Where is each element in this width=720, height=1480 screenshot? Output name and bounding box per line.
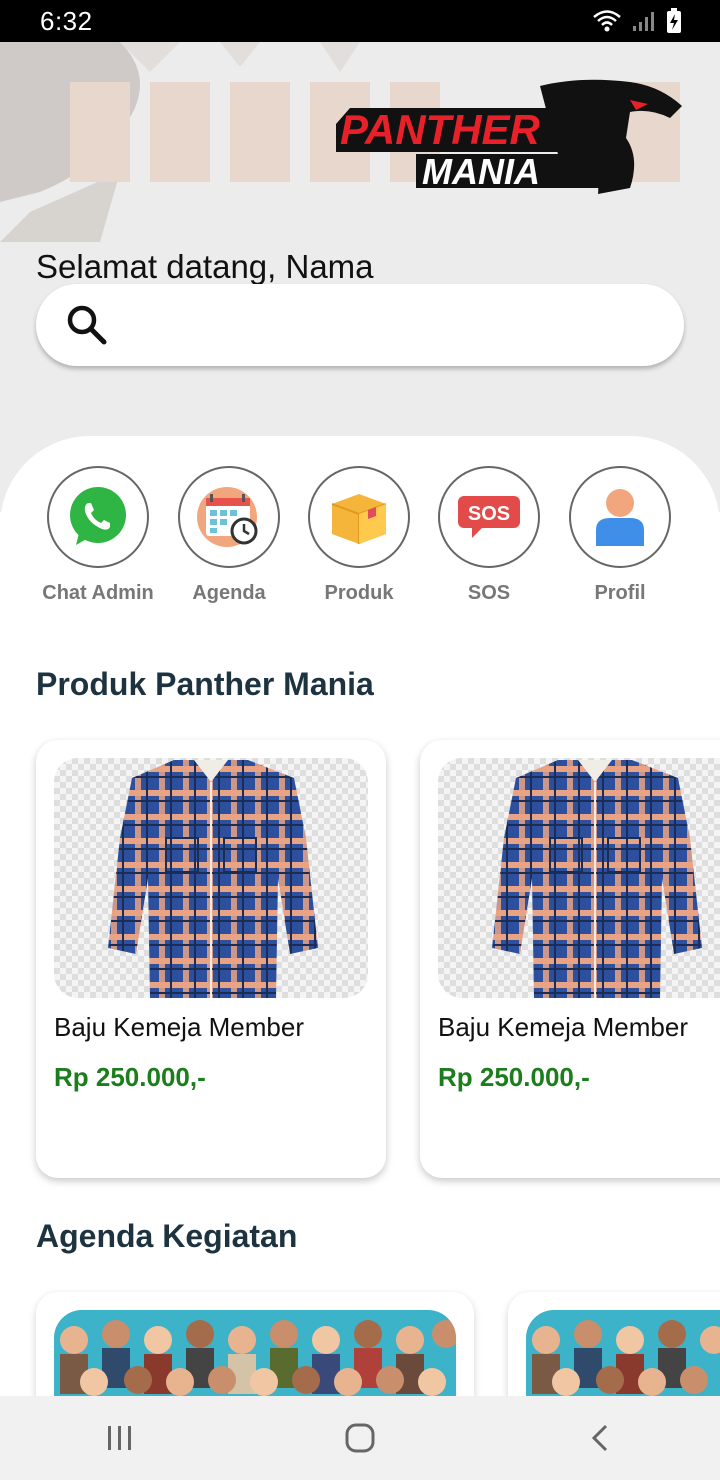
shirt-image — [108, 760, 318, 998]
menu-label: Produk — [324, 582, 394, 604]
calendar-icon — [197, 487, 258, 547]
user-icon — [596, 489, 644, 546]
battery-icon — [667, 8, 681, 33]
panther-mania-logo: PANTHER MANIA — [336, 79, 682, 194]
status-time: 6:32 — [40, 5, 93, 36]
status-icons — [592, 8, 682, 34]
agenda-image[interactable] — [526, 1310, 720, 1396]
back-button[interactable] — [570, 1408, 630, 1468]
menu-produk[interactable]: Produk — [294, 466, 424, 605]
products-section-title: Produk Panther Mania — [36, 666, 374, 702]
product-card[interactable]: Baju Kemeja Member Rp 250.000,- — [36, 740, 386, 1178]
menu-circle[interactable] — [569, 466, 671, 568]
menu-profil[interactable]: Profil — [555, 466, 685, 605]
agenda-card[interactable] — [508, 1292, 720, 1396]
menu-label: SOS — [467, 582, 511, 604]
agenda-card[interactable] — [36, 1292, 474, 1396]
menu-label: Chat Admin — [42, 582, 154, 604]
menu-agenda[interactable]: Agenda — [164, 466, 294, 605]
box-icon — [331, 494, 387, 544]
agenda-image[interactable] — [54, 1310, 456, 1396]
wifi-icon — [593, 10, 621, 32]
svg-text:SOS: SOS — [468, 503, 510, 525]
search-icon[interactable] — [66, 304, 108, 346]
crowd-image — [532, 1320, 720, 1396]
search-bar[interactable] — [36, 284, 684, 366]
content-sheet: Chat Admin Agenda Produk SOS SOS Profil … — [0, 436, 720, 1396]
product-card[interactable]: Baju Kemeja Member Rp 250.000,- — [420, 740, 720, 1178]
recent-apps-button[interactable] — [90, 1408, 150, 1468]
product-price: Rp 250.000,- — [438, 1062, 590, 1092]
menu-circle[interactable]: SOS — [438, 466, 540, 568]
menu-label: Profil — [594, 582, 646, 604]
menu-sos[interactable]: SOS SOS — [424, 466, 554, 605]
product-price: Rp 250.000,- — [54, 1062, 206, 1092]
menu-circle[interactable] — [178, 466, 280, 568]
menu-chat-admin[interactable]: Chat Admin — [33, 466, 163, 605]
menu-circle[interactable] — [47, 466, 149, 568]
svg-text:MANIA: MANIA — [422, 151, 540, 192]
shirt-image — [492, 760, 702, 998]
recent-apps-icon — [108, 1426, 131, 1450]
menu-circle[interactable] — [308, 466, 410, 568]
home-icon — [345, 1423, 375, 1453]
system-nav-bar — [0, 1396, 720, 1480]
back-icon — [591, 1424, 608, 1452]
product-image[interactable] — [54, 758, 368, 998]
product-image[interactable] — [438, 758, 720, 998]
product-name: Baju Kemeja Member — [54, 1012, 304, 1042]
status-bar: 6:32 — [0, 0, 720, 42]
product-name: Baju Kemeja Member — [438, 1012, 688, 1042]
search-input[interactable] — [126, 294, 684, 356]
menu-label: Agenda — [192, 582, 266, 604]
sos-icon: SOS — [458, 496, 520, 538]
greeting-text: Selamat datang, Nama — [36, 248, 374, 285]
whatsapp-icon — [70, 487, 126, 545]
agenda-section-title: Agenda Kegiatan — [36, 1218, 298, 1254]
home-button[interactable] — [330, 1408, 390, 1468]
signal-icon — [633, 12, 654, 31]
crowd-image — [60, 1320, 456, 1396]
quick-menu: Chat Admin Agenda Produk SOS SOS Profil — [0, 466, 720, 616]
svg-text:PANTHER: PANTHER — [340, 106, 541, 153]
